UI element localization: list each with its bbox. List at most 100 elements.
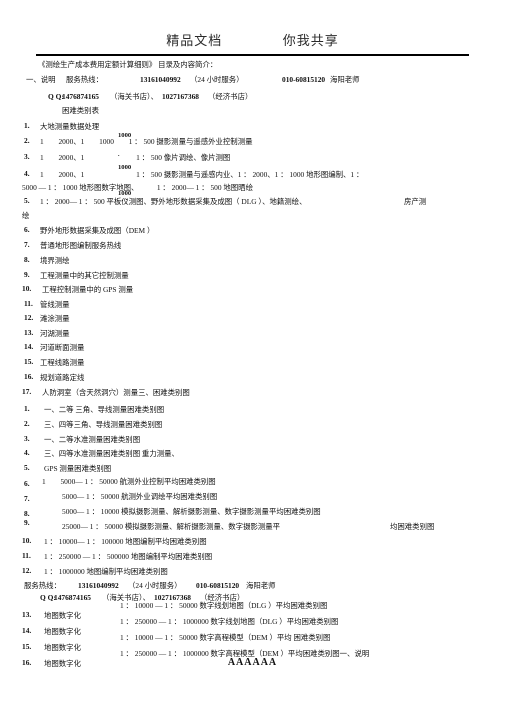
list-item-number: 8. bbox=[24, 255, 30, 264]
list-item-number: 11. bbox=[24, 299, 33, 308]
list-item-number: 10. bbox=[22, 536, 32, 545]
list-item-continuation: 5000 — 1 ： 1000 地形图数字地图、 1 ： 2000— 1 ： 5… bbox=[22, 183, 253, 192]
catalog-heading: 困难类别表 bbox=[62, 106, 99, 115]
list-item-number: 1. bbox=[24, 404, 30, 413]
list-item-right-note: 均困难类别图 bbox=[390, 522, 435, 531]
list-item-number: 11. bbox=[22, 551, 31, 560]
list-item-number: 12. bbox=[22, 566, 32, 575]
list-item-number: 7. bbox=[24, 494, 30, 503]
list-item-detail: 1 ： 10000 — 1 ： 50000 数字高程模型（DEM ）平均 困难类… bbox=[120, 633, 331, 642]
page-header: 精品文档 你我共享 bbox=[0, 30, 505, 49]
list-item-number: 8. bbox=[24, 509, 30, 518]
list-item-number: 9. bbox=[24, 518, 30, 527]
list-item-label: 地图数字化 bbox=[44, 627, 81, 636]
list-item-number: 2. bbox=[24, 419, 30, 428]
stray-fragment: 1000 bbox=[118, 132, 132, 139]
hotline-landline: 010-60815120 bbox=[282, 75, 326, 84]
list-item-text: 工程控制测量中的 GPS 测量 bbox=[42, 285, 134, 294]
list-item-text: 一、二等 三角、导线测量困难类别图 bbox=[44, 405, 165, 414]
list-item-number: 15. bbox=[22, 642, 32, 651]
qq-number-1-note: （海关书店）、 bbox=[110, 92, 159, 101]
hotline-landline-repeat: 010-60815120 bbox=[196, 581, 240, 590]
list-item-continuation: 绘 bbox=[22, 211, 30, 220]
list-item-text: GPS 测量困难类别图 bbox=[44, 464, 112, 473]
stray-fragment: 1000 bbox=[118, 190, 132, 197]
list-item-text: 三、四等水准测量困难类别图 重力测量、 bbox=[44, 449, 179, 458]
list-item-text: 管线测量 bbox=[40, 300, 70, 309]
hotline-label: 服务热线： bbox=[66, 75, 103, 84]
list-item-number: 4. bbox=[24, 169, 30, 178]
hotline-mobile-repeat: 13161040992 bbox=[78, 581, 119, 590]
qq-number-1: 1476874165 bbox=[62, 92, 99, 101]
header-left-text: 精品文档 bbox=[166, 33, 223, 48]
stray-fragment: . bbox=[126, 196, 128, 202]
list-item-number: 14. bbox=[24, 342, 34, 351]
list-item-text: 野外地形数据采集及成图（DEM ） bbox=[40, 226, 155, 235]
list-item-number: 6. bbox=[24, 479, 30, 488]
qq-number-2: 1027167368 bbox=[162, 92, 199, 101]
list-item-text: 1 5000— 1 ： 50000 航测外业控制平均困难类别图 bbox=[42, 477, 216, 486]
list-item-number: 6. bbox=[24, 225, 30, 234]
list-item-number: 7. bbox=[24, 240, 30, 249]
hotline-mobile-note-repeat: （24 小时服务） bbox=[128, 581, 182, 590]
list-item-label: 地图数字化 bbox=[44, 611, 81, 620]
list-item-text: 河道断面测量 bbox=[40, 343, 85, 352]
list-item-number: 17. bbox=[22, 387, 32, 396]
list-item-label: 地图数字化 bbox=[44, 643, 81, 652]
list-item-detail: 1 ： 10000 — 1 ： 50000 数字线划地图（DLG ）平均困难类别… bbox=[120, 601, 328, 610]
list-item-right-note: 房产测 bbox=[404, 197, 427, 206]
list-item-text: 人防洞室（含天然洞穴）测量三、困难类别图 bbox=[42, 388, 190, 397]
list-item-text: 1 2000、1 1 ： 500 像片调绘、像片测图 bbox=[40, 153, 231, 162]
list-item-text: 河湖测量 bbox=[40, 329, 70, 338]
list-item-text: 5000— 1 ： 10000 模拟摄影测量、解析摄影测量、数字摄影测量平均困难… bbox=[62, 507, 321, 516]
list-item-text: 规划道路定线 bbox=[40, 373, 85, 382]
list-item-number: 4. bbox=[24, 448, 30, 457]
list-item-number: 1. bbox=[24, 121, 30, 130]
list-item-text: 1 2000、1 1000 1 ： 500 摄影测量与遥感外业控制测量 bbox=[40, 137, 253, 146]
list-item-number: 13. bbox=[22, 610, 32, 619]
list-item-text: 1 ： 250000 — 1 ： 500000 地图编制平均困难类别图 bbox=[44, 552, 213, 561]
list-item-text: 工程线路测量 bbox=[40, 358, 85, 367]
list-item-detail: 1 ： 250000 — 1 ： 1000000 数字线划地图（DLG ）平均困… bbox=[120, 617, 339, 626]
list-item-number: 5. bbox=[24, 196, 30, 205]
section-marker: 一、说明 bbox=[26, 75, 56, 84]
list-item-number: 12. bbox=[24, 313, 34, 322]
header-right-text: 你我共享 bbox=[282, 33, 339, 48]
qq-number-1-repeat: 1476874165 bbox=[54, 593, 91, 602]
list-item-number: 3. bbox=[24, 434, 30, 443]
list-item-text: 1 ： 10000— 1 ： 100000 地图编制平均困难类别图 bbox=[44, 537, 207, 546]
list-item-text: 1 ： 1000000 地图编制平均困难类别图 bbox=[44, 567, 168, 576]
list-item-text: 25000— 1 ： 50000 模拟摄影测量、解析摄影测量、数字摄影测量平 bbox=[62, 522, 281, 531]
stray-fragment: 1000 bbox=[118, 164, 132, 171]
document-title-line: 《测绘生产成本费用定额计算细则》 目录及内容简介： bbox=[38, 60, 218, 69]
document-page: 精品文档 你我共享 《测绘生产成本费用定额计算细则》 目录及内容简介： 一、说明… bbox=[0, 0, 505, 714]
list-item-number: 5. bbox=[24, 463, 30, 472]
list-item-text: 5000— 1 ： 50000 航测外业调绘平均困难类别图 bbox=[62, 492, 218, 501]
list-item-number: 13. bbox=[24, 328, 34, 337]
list-item-number: 16. bbox=[24, 372, 34, 381]
hotline-person: 海阳老师 bbox=[330, 75, 360, 84]
list-item-number: 2. bbox=[24, 136, 30, 145]
list-item-text: 境界测绘 bbox=[40, 256, 70, 265]
header-divider-rule bbox=[36, 54, 469, 56]
list-item-number: 10. bbox=[22, 284, 32, 293]
list-item-text: 三、四等三角、导线测量困难类别图 bbox=[44, 420, 163, 429]
qq-number-2-note: （经济书店） bbox=[208, 92, 253, 101]
hotline-mobile: 13161040992 bbox=[140, 75, 181, 84]
list-item-number: 14. bbox=[22, 626, 32, 635]
hotline-mobile-note: （24 小时服务） bbox=[190, 75, 244, 84]
list-item-text: 一、二等水准测量困难类别图 bbox=[44, 435, 141, 444]
list-item-text: 普通地形图编制服务热线 bbox=[40, 241, 122, 250]
list-item-text: 工程测量中的其它控制测量 bbox=[40, 271, 129, 280]
page-footer: AAAAAA bbox=[227, 657, 278, 668]
stray-fragment: . bbox=[118, 152, 120, 158]
list-item-text: 1 2000、1 1 ： 500 摄影测量与遥感内业、1 ： 2000、1 ： … bbox=[40, 170, 364, 179]
list-item-number: 15. bbox=[24, 357, 34, 366]
hotline-label-repeat: 服务热线： bbox=[24, 581, 61, 590]
hotline-person-repeat: 海阳老师 bbox=[246, 581, 276, 590]
list-item-text: 大地测量数据处理 bbox=[40, 122, 100, 131]
list-item-number: 9. bbox=[24, 270, 30, 279]
list-item-text: 1 ： 2000— 1 ： 500 平板仪测图、野外地形数据采集及成图（ DLG… bbox=[40, 197, 307, 206]
list-item-number: 3. bbox=[24, 152, 30, 161]
list-item-text: 滩涂测量 bbox=[40, 314, 70, 323]
